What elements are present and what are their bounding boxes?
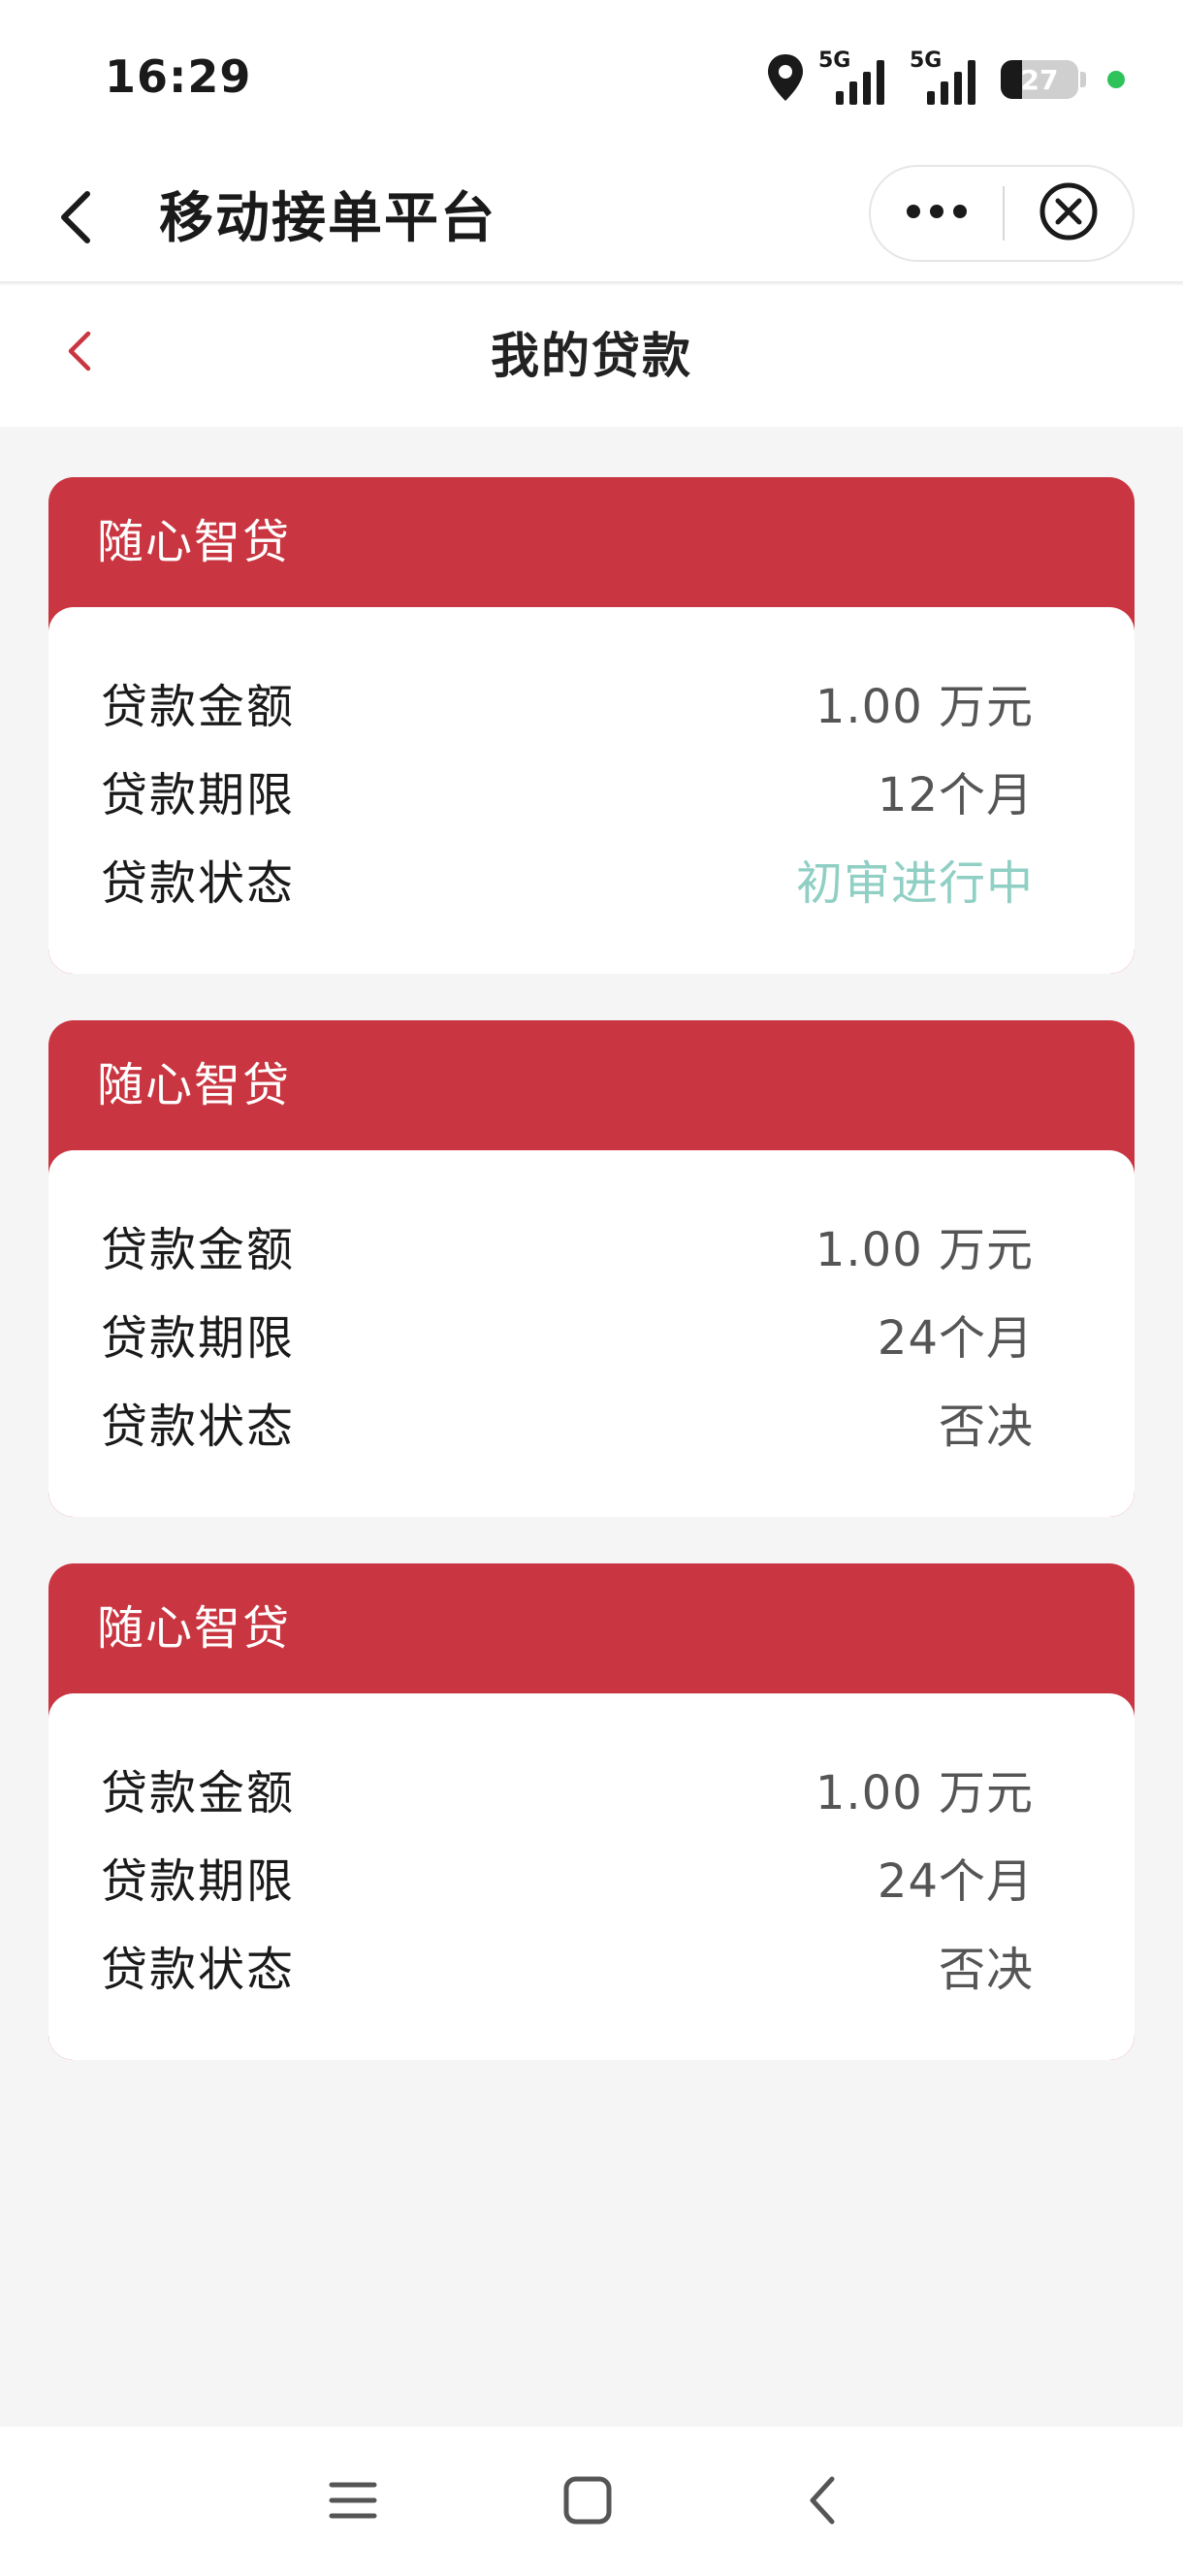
- more-dots-icon: [906, 204, 968, 223]
- close-circle-icon: [1039, 181, 1099, 245]
- loan-term-row: 贷款期限 24个月: [101, 1832, 1034, 1920]
- loan-term-value: 24个月: [877, 1853, 1034, 1909]
- signal-icon: 5G: [910, 48, 987, 107]
- status-icons: 5G 5G 27: [766, 48, 1125, 109]
- loan-status-value: 初审进行中: [795, 855, 1034, 911]
- chevron-left-icon: [56, 188, 95, 250]
- home-square-icon: [562, 2475, 613, 2529]
- nav-bar: 移动接单平台: [0, 155, 1183, 283]
- loan-status-row: 贷款状态 初审进行中: [101, 834, 1034, 922]
- loan-term-row: 贷款期限 12个月: [101, 746, 1034, 834]
- menu-icon: [328, 2479, 378, 2526]
- battery-icon: 27: [1001, 60, 1078, 99]
- loan-amount-row: 贷款金额 1.00 万元: [101, 658, 1034, 746]
- loan-card-body: 贷款金额 1.00 万元 贷款期限 24个月 贷款状态 否决: [48, 1150, 1135, 1517]
- loan-amount-label: 贷款金额: [101, 1222, 296, 1277]
- loan-status-label: 贷款状态: [101, 1399, 296, 1454]
- loan-card-body: 贷款金额 1.00 万元 贷款期限 12个月 贷款状态 初审进行中: [48, 607, 1135, 974]
- loan-amount-label: 贷款金额: [101, 679, 296, 734]
- loan-card-body: 贷款金额 1.00 万元 贷款期限 24个月 贷款状态 否决: [48, 1693, 1135, 2060]
- loan-amount-row: 贷款金额 1.00 万元: [101, 1201, 1034, 1289]
- system-navigation-bar: [0, 2427, 1183, 2576]
- menu-button[interactable]: [304, 2454, 401, 2551]
- loan-amount-value: 1.00 万元: [815, 679, 1034, 734]
- page-title: 我的贷款: [491, 328, 692, 384]
- loan-term-value: 24个月: [877, 1310, 1034, 1366]
- battery-cap: [1080, 72, 1086, 87]
- loan-amount-row: 贷款金额 1.00 万元: [101, 1744, 1034, 1832]
- loan-status-label: 贷款状态: [101, 855, 296, 911]
- green-dot-icon: [1107, 71, 1125, 88]
- loan-term-label: 贷款期限: [101, 1310, 296, 1366]
- nav-back-button[interactable]: [41, 184, 111, 254]
- close-button[interactable]: [1005, 167, 1133, 260]
- loan-card[interactable]: 随心智贷 贷款金额 1.00 万元 贷款期限 24个月 贷款状态 否决: [48, 1563, 1135, 2060]
- loan-list: 随心智贷 贷款金额 1.00 万元 贷款期限 12个月 贷款状态 初审进行中 随…: [48, 477, 1135, 2107]
- page-header: 我的贷款: [0, 285, 1183, 427]
- loan-product-name: 随心智贷: [97, 515, 292, 569]
- loan-product-name: 随心智贷: [97, 1601, 292, 1656]
- loan-status-label: 贷款状态: [101, 1942, 296, 1997]
- loan-status-value: 否决: [938, 1399, 1034, 1454]
- signal-icon: 5G: [818, 48, 896, 107]
- loan-card[interactable]: 随心智贷 贷款金额 1.00 万元 贷款期限 24个月 贷款状态 否决: [48, 1020, 1135, 1517]
- loan-status-row: 贷款状态 否决: [101, 1920, 1034, 2009]
- status-bar: 16:29 5G 5G 27: [0, 0, 1183, 155]
- loan-amount-value: 1.00 万元: [815, 1222, 1034, 1277]
- battery-level: 27: [1020, 63, 1059, 96]
- loan-card[interactable]: 随心智贷 贷款金额 1.00 万元 贷款期限 12个月 贷款状态 初审进行中: [48, 477, 1135, 974]
- home-button[interactable]: [539, 2454, 636, 2551]
- app-title: 移动接单平台: [159, 187, 496, 250]
- loan-amount-label: 贷款金额: [101, 1765, 296, 1820]
- back-arrow-icon: [805, 2473, 840, 2531]
- status-time: 16:29: [105, 50, 252, 103]
- loan-product-name: 随心智贷: [97, 1058, 292, 1112]
- loan-amount-value: 1.00 万元: [815, 1765, 1034, 1820]
- loan-status-row: 贷款状态 否决: [101, 1377, 1034, 1465]
- loan-term-row: 贷款期限 24个月: [101, 1289, 1034, 1377]
- mini-program-capsule: [869, 165, 1135, 262]
- more-button[interactable]: [871, 167, 1003, 260]
- loan-status-value: 否决: [938, 1942, 1034, 1997]
- loan-term-label: 贷款期限: [101, 1853, 296, 1909]
- location-icon: [766, 52, 805, 107]
- loan-term-value: 12个月: [877, 767, 1034, 822]
- system-back-button[interactable]: [774, 2454, 871, 2551]
- loan-term-label: 贷款期限: [101, 767, 296, 822]
